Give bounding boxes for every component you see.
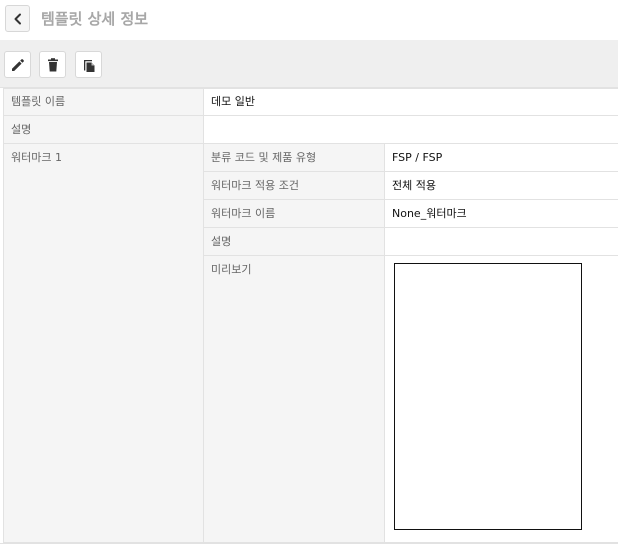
watermark-description-value xyxy=(385,228,618,256)
template-name-label: 템플릿 이름 xyxy=(4,88,203,116)
edit-button[interactable] xyxy=(4,51,31,78)
toolbar xyxy=(0,40,618,88)
watermark-name-value: None_워터마크 xyxy=(385,200,618,228)
watermark-description-label: 설명 xyxy=(204,228,384,256)
watermark-condition-value: 전체 적용 xyxy=(385,172,618,200)
page-title: 템플릿 상세 정보 xyxy=(41,10,149,28)
copy-icon xyxy=(83,59,94,72)
watermark-section-label: 워터마크 1 xyxy=(4,144,203,543)
watermark-category-label: 분류 코드 및 제품 유형 xyxy=(204,144,384,172)
watermark-name-label: 워터마크 이름 xyxy=(204,200,384,228)
watermark-condition-label: 워터마크 적용 조건 xyxy=(204,172,384,200)
template-detail-table: 템플릿 이름 데모 일반 설명 워터마크 1 분류 코드 및 제품 유형 FSP… xyxy=(3,88,618,543)
copy-button[interactable] xyxy=(75,51,102,78)
page-header: 템플릿 상세 정보 xyxy=(0,0,618,40)
delete-button[interactable] xyxy=(39,51,66,78)
footer-strip xyxy=(0,543,618,556)
watermark-preview-label: 미리보기 xyxy=(204,256,384,543)
pencil-icon xyxy=(11,58,24,71)
watermark-category-value: FSP / FSP xyxy=(385,144,618,172)
trash-icon xyxy=(47,57,58,71)
watermark-preview-image xyxy=(394,263,582,530)
back-button[interactable] xyxy=(5,5,30,32)
template-description-label: 설명 xyxy=(4,116,203,144)
chevron-left-icon xyxy=(14,13,21,24)
template-description-value xyxy=(204,116,618,144)
template-name-value: 데모 일반 xyxy=(204,88,618,116)
